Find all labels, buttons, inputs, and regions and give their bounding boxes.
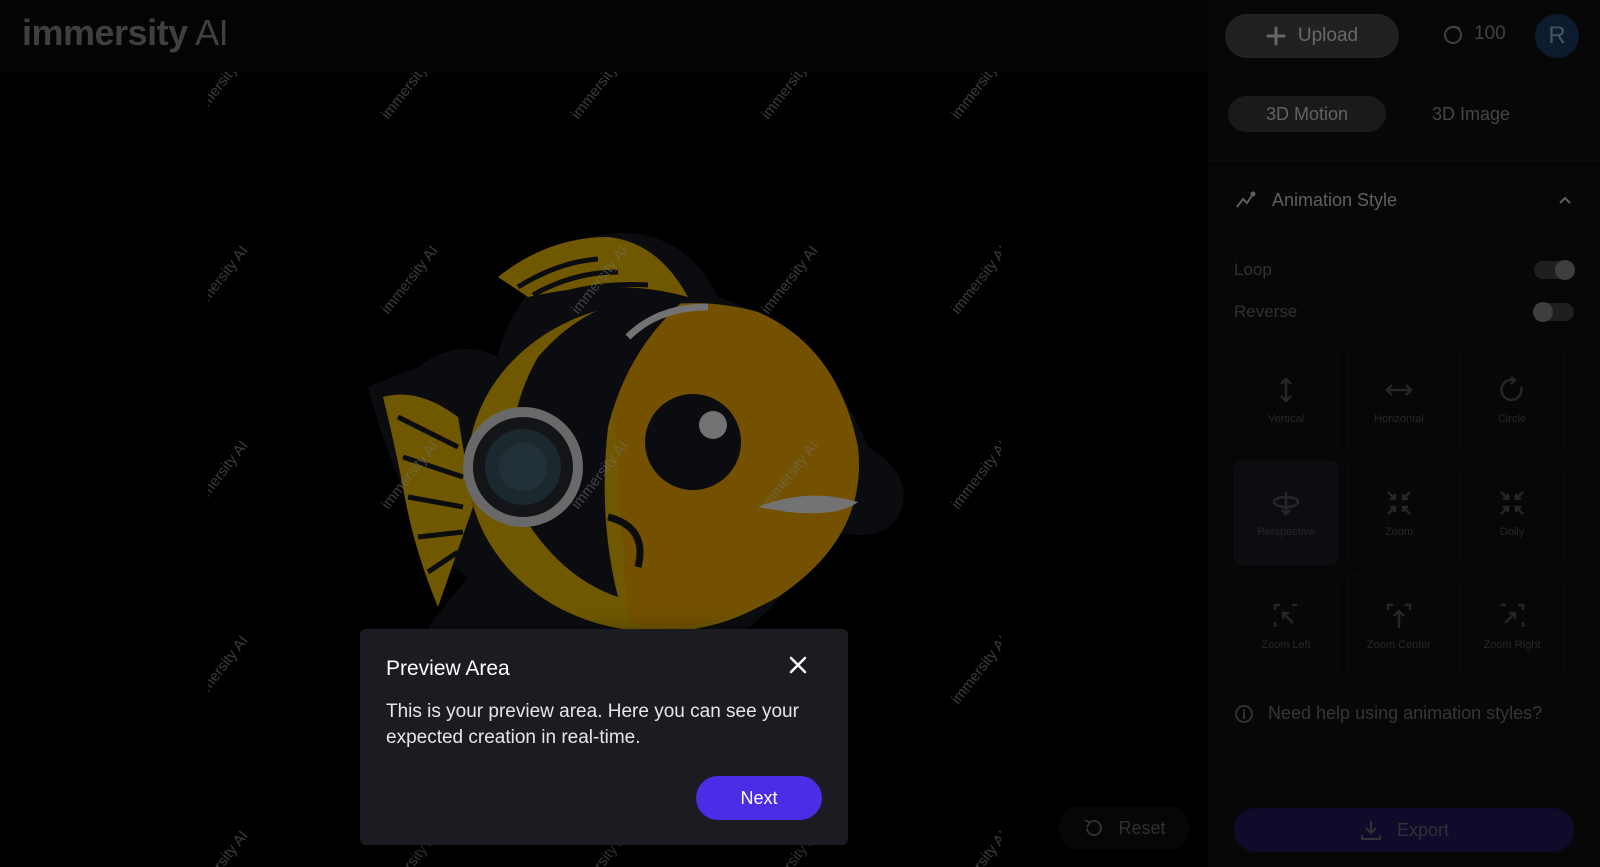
upload-button[interactable]: Upload	[1225, 14, 1399, 58]
tab-3d-image[interactable]: 3D Image	[1392, 96, 1550, 132]
style-label: Zoom	[1384, 526, 1414, 538]
download-icon	[1360, 821, 1381, 840]
style-card-vertical[interactable]: Vertical	[1234, 348, 1338, 452]
style-card-zoom[interactable]: Zoom	[1347, 461, 1451, 565]
chevron-up-icon[interactable]	[1556, 191, 1574, 209]
motion-curve-icon	[1236, 191, 1256, 208]
watermark-text: immersity AI	[378, 72, 442, 123]
reverse-toggle[interactable]	[1533, 302, 1574, 322]
style-card-circle[interactable]: Circle	[1460, 348, 1564, 452]
watermark-text: immersity AI	[208, 827, 252, 867]
credits-counter[interactable]: 100	[1442, 23, 1506, 45]
fish-image	[368, 233, 904, 688]
style-card-dolly[interactable]: Dolly	[1460, 461, 1564, 565]
onboarding-popup: Preview Area This is your preview area. …	[360, 629, 848, 845]
reset-button[interactable]: Reset	[1058, 806, 1190, 850]
zoom-right-icon	[1501, 603, 1525, 627]
watermark-text: immersity AI	[208, 437, 252, 513]
avatar[interactable]: R	[1535, 14, 1579, 58]
watermark-text: immersity AI	[758, 72, 822, 123]
zoom-left-icon	[1273, 603, 1297, 627]
circle-arrow-icon	[1500, 376, 1523, 402]
info-icon	[1235, 704, 1253, 723]
style-label: Horizontal	[1374, 413, 1424, 425]
tab-3d-motion[interactable]: 3D Motion	[1228, 96, 1386, 132]
watermark-text: immersity AI	[568, 72, 632, 123]
style-label: Circle	[1497, 413, 1527, 425]
animation-style-grid: Vertical Horizontal Circle Perspective Z…	[1234, 348, 1570, 678]
animation-help-link[interactable]: Need help using animation styles?	[1234, 703, 1542, 724]
coin-icon	[1444, 25, 1462, 44]
watermark-text: immersity AI	[208, 72, 252, 123]
reverse-label: Reverse	[1234, 302, 1298, 321]
style-label: Perspective	[1257, 526, 1315, 538]
upload-label: Upload	[1297, 25, 1359, 46]
style-card-perspective[interactable]: Perspective	[1234, 461, 1338, 565]
export-button[interactable]: Export	[1234, 808, 1574, 852]
horizontal-arrows-icon	[1385, 384, 1413, 396]
top-bar: immersity AI	[0, 0, 1208, 72]
divider	[1208, 160, 1600, 161]
watermark-text: immersity AI	[208, 242, 252, 318]
watermark-text: immersity AI	[208, 632, 252, 708]
style-label: Vertical	[1267, 413, 1305, 425]
help-text: Need help using animation styles?	[1268, 703, 1543, 723]
watermark-text: immersity AI	[948, 437, 1001, 513]
style-card-zoom-right[interactable]: Zoom Right	[1460, 574, 1564, 678]
watermark-text: immersity AI	[948, 242, 1001, 318]
style-card-zoom-left[interactable]: Zoom Left	[1234, 574, 1338, 678]
popup-body: This is your preview area. Here you can …	[386, 701, 799, 748]
close-button[interactable]	[784, 651, 812, 679]
watermark-text: immersity AI	[948, 72, 1001, 123]
app-logo[interactable]: immersity AI	[22, 12, 229, 54]
reset-label: Reset	[1118, 817, 1166, 838]
right-panel: Upload 100 R 3D Motion 3D Image Animatio…	[1208, 0, 1600, 867]
popup-title: Preview Area	[386, 657, 510, 680]
vertical-arrows-icon	[1280, 377, 1292, 403]
animation-style-title: Animation Style	[1272, 189, 1398, 210]
logo-text: immersity	[22, 12, 188, 53]
style-label: Zoom Center	[1366, 639, 1432, 651]
account-bar: Upload 100 R	[1208, 0, 1600, 72]
zoom-icon	[1387, 491, 1411, 515]
reset-icon	[1085, 819, 1103, 837]
reverse-row: Reverse	[1234, 300, 1574, 324]
zoom-center-icon	[1386, 603, 1412, 628]
credits-value: 100	[1474, 23, 1506, 44]
style-card-zoom-center[interactable]: Zoom Center	[1347, 574, 1451, 678]
watermark-text: immersity AI	[948, 632, 1001, 708]
logo-suffix: AI	[187, 12, 229, 53]
close-icon	[789, 656, 807, 674]
loop-label: Loop	[1234, 260, 1272, 279]
mode-tabs: 3D Motion 3D Image	[1228, 96, 1558, 132]
style-label: Zoom Left	[1261, 639, 1311, 651]
avatar-initial: R	[1548, 22, 1566, 49]
animation-style-header[interactable]: Animation Style	[1234, 186, 1574, 214]
plus-icon	[1266, 26, 1286, 46]
style-label: Zoom Right	[1483, 639, 1541, 651]
next-button[interactable]: Next	[696, 776, 822, 820]
loop-toggle[interactable]	[1534, 260, 1575, 280]
dolly-icon	[1500, 491, 1524, 515]
perspective-icon	[1272, 492, 1300, 516]
style-card-horizontal[interactable]: Horizontal	[1347, 348, 1451, 452]
watermark-text: immersity AI	[948, 827, 1001, 867]
style-label: Dolly	[1499, 526, 1525, 538]
export-label: Export	[1396, 819, 1450, 840]
loop-row: Loop	[1234, 258, 1575, 282]
